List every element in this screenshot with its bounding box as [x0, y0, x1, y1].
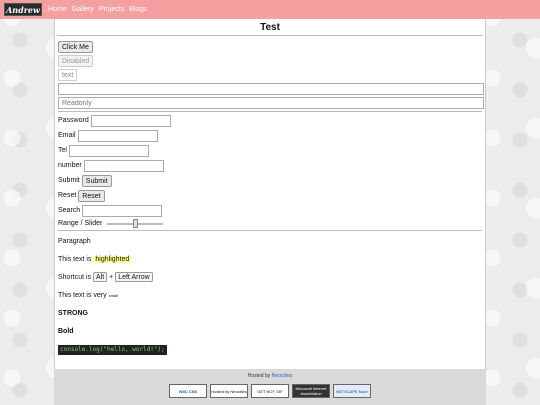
tel-label: Tel	[58, 147, 67, 154]
text-button[interactable]: text	[58, 69, 78, 81]
get-not-gif-badge[interactable]: GET NOT GIF	[251, 384, 289, 398]
bold-text: Bold	[58, 328, 74, 335]
disabled-button: Disabled	[58, 55, 94, 67]
number-field[interactable]	[83, 159, 164, 172]
code-snippet: console.log("hello, world!");	[58, 345, 167, 355]
email-field[interactable]	[77, 129, 158, 142]
nav-link-gallery[interactable]: Gallery	[72, 6, 94, 13]
hosted-by-line: Hosted by Neocities	[54, 369, 486, 384]
page-title: Test	[57, 19, 483, 36]
divider	[58, 230, 482, 231]
highlight-prefix: This text is	[58, 256, 92, 263]
reset-button[interactable]: Reset	[78, 189, 105, 202]
w3c-css-badge[interactable]: W3C CSS	[169, 384, 207, 398]
neocities-badge[interactable]: Hosted by Neocities	[210, 384, 248, 398]
strong-text: STRONG	[58, 310, 88, 317]
search-input[interactable]	[82, 204, 163, 217]
highlighted-text: highlighted	[93, 256, 132, 263]
main-content: Test Click Me Disabled text Password Ema…	[54, 19, 486, 369]
submit-button[interactable]: Submit	[81, 174, 112, 187]
range-slider[interactable]	[107, 219, 164, 228]
plus-sign: +	[109, 274, 114, 281]
readonly-input[interactable]	[58, 97, 484, 109]
kbd-alt: Alt	[93, 272, 108, 282]
search-label: Search	[58, 207, 81, 214]
password-field[interactable]	[90, 114, 171, 127]
small-text: small	[108, 293, 118, 298]
slider-thumb[interactable]	[132, 219, 138, 228]
nav-link-projects[interactable]: Projects	[99, 6, 124, 13]
top-nav-bar: Andrew Home Gallery Projects Blogs	[0, 0, 540, 19]
submit-label: Submit	[58, 177, 80, 184]
netscape-now-badge[interactable]: NETSCAPE Now!	[333, 384, 371, 398]
password-label: Password	[58, 117, 89, 124]
site-logo[interactable]: Andrew	[4, 3, 42, 16]
shortcut-prefix: Shortcut is	[58, 274, 92, 281]
small-line: This text is very small	[58, 287, 482, 305]
internet-assimilation-badge[interactable]: Microsoft Internet Assimilation	[292, 384, 330, 398]
kbd-left-arrow: Left Arrow	[115, 272, 153, 282]
nav-links: Home Gallery Projects Blogs	[48, 6, 152, 13]
footer: Hosted by Neocities W3C CSS Hosted by Ne…	[54, 369, 486, 405]
nav-link-home[interactable]: Home	[48, 6, 67, 13]
neocities-link[interactable]: Neocities	[272, 373, 293, 379]
email-label: Email	[58, 132, 76, 139]
divider	[58, 111, 482, 112]
hosted-by-text: Hosted by	[247, 373, 271, 379]
range-label: Range / Slider	[58, 220, 103, 227]
number-label: number	[58, 162, 82, 169]
text-input[interactable]	[58, 83, 484, 95]
paragraph-text: Paragraph	[58, 238, 91, 245]
small-prefix: This text is very	[58, 292, 107, 299]
reset-label: Reset	[58, 192, 77, 199]
badge-row: W3C CSS Hosted by Neocities GET NOT GIF …	[54, 384, 486, 398]
highlight-line: This text is highlighted	[58, 251, 482, 269]
click-me-button[interactable]: Click Me	[58, 41, 93, 53]
shortcut-line: Shortcut is Alt + Left Arrow	[58, 269, 482, 287]
nav-link-blogs[interactable]: Blogs	[129, 6, 147, 13]
tel-field[interactable]	[68, 144, 149, 157]
